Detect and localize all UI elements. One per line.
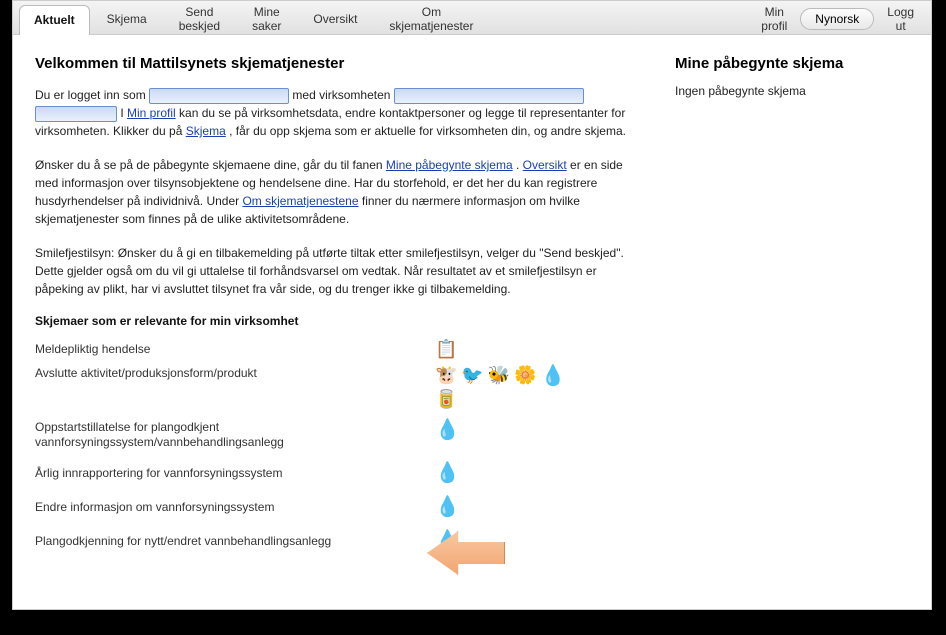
tab-label-line2: beskjed — [179, 20, 220, 33]
link-oversikt[interactable]: Oversikt — [523, 158, 567, 172]
text: I — [120, 106, 127, 120]
form-row-plangodkjenning[interactable]: Plangodkjenning for nytt/endret vannbeha… — [35, 524, 635, 558]
form-label: Årlig innrapportering for vannforsynings… — [35, 466, 435, 481]
sidebar-empty-text: Ingen påbegynte skjema — [675, 82, 885, 100]
tab-aktuelt[interactable]: Aktuelt — [19, 5, 90, 35]
tab-label-line1: Om — [422, 6, 441, 19]
text: Du er logget inn som — [35, 88, 149, 102]
app-window: Aktuelt Skjema Send beskjed Mine saker O… — [12, 0, 932, 610]
tab-label: Aktuelt — [34, 14, 75, 27]
form-row-avslutte-aktivitet[interactable]: Avslutte aktivitet/produksjonsform/produ… — [35, 366, 635, 418]
sidebar-heading: Mine påbegynte skjema — [675, 55, 885, 72]
can-icon: 🥫 — [435, 390, 615, 408]
water-drop-icon: 💧 — [435, 531, 460, 551]
relevant-forms-list: Meldepliktig hendelse 📋 Avslutte aktivit… — [35, 332, 635, 558]
form-icons: 🐮 🐦 🐝 🌼 💧 🥫 — [435, 366, 615, 408]
tab-label-line1: Logg — [887, 6, 914, 19]
link-min-profil[interactable]: Min profil — [127, 106, 176, 120]
water-drop-icon: 💧 — [541, 366, 566, 386]
water-drop-icon: 💧 — [435, 463, 460, 483]
intro-paragraph-3: Smilefjestilsyn: Ønsker du å gi en tilba… — [35, 244, 635, 298]
tab-label-line1: Send — [185, 6, 213, 19]
masked-user-field — [149, 88, 289, 104]
button-label: Nynorsk — [815, 12, 859, 26]
bee-icon: 🐝 — [488, 366, 510, 384]
text: med virksomheten — [292, 88, 393, 102]
tab-label: Oversikt — [313, 13, 357, 26]
cow-icon: 🐮 — [435, 366, 457, 384]
form-icons: 💧 — [435, 463, 615, 483]
form-label: Plangodkjenning for nytt/endret vannbeha… — [35, 534, 435, 549]
form-row-oppstartstillatelse[interactable]: Oppstartstillatelse for plangodkjent van… — [35, 418, 635, 456]
tab-label-line2: skjematjenester — [389, 20, 473, 33]
intro-paragraph-2: Ønsker du å se på de påbegynte skjemaene… — [35, 156, 635, 228]
link-mine-pabegynte-skjema[interactable]: Mine påbegynte skjema — [386, 158, 513, 172]
tab-oversikt[interactable]: Oversikt — [298, 4, 372, 34]
flower-icon: 🌼 — [514, 366, 536, 384]
form-label: Oppstartstillatelse for plangodkjent van… — [35, 420, 435, 450]
form-label: Endre informasjon om vannforsyningssyste… — [35, 500, 435, 515]
form-label: Avslutte aktivitet/produksjonsform/produ… — [35, 366, 435, 381]
tab-mine-saker[interactable]: Mine saker — [237, 4, 296, 34]
water-drop-icon: 💧 — [435, 420, 460, 440]
main-column: Velkommen til Mattilsynets skjematjenest… — [35, 55, 635, 558]
text: Ønsker du å se på de påbegynte skjemaene… — [35, 158, 386, 172]
intro-paragraph-1: Du er logget inn som med virksomheten I … — [35, 86, 635, 140]
tab-label-line2: profil — [761, 20, 787, 33]
tab-min-profil[interactable]: Min profil — [750, 4, 798, 34]
tab-om-skjematjenester[interactable]: Om skjematjenester — [374, 4, 488, 34]
form-icons: 💧 — [435, 497, 615, 517]
form-label: Meldepliktig hendelse — [35, 342, 435, 357]
link-om-skjematjenestene[interactable]: Om skjematjenestene — [242, 194, 358, 208]
masked-org-field — [394, 88, 584, 104]
page-title: Velkommen til Mattilsynets skjematjenest… — [35, 55, 635, 72]
link-skjema[interactable]: Skjema — [186, 124, 226, 138]
tab-logg-ut[interactable]: Logg ut — [876, 4, 925, 34]
bird-icon: 🐦 — [461, 366, 483, 384]
text: , får du opp skjema som er aktuelle for … — [229, 124, 626, 138]
button-nynorsk[interactable]: Nynorsk — [800, 8, 874, 30]
tab-label-line2: ut — [896, 20, 906, 33]
form-icons: 📋 — [435, 340, 615, 358]
sidebar-column: Mine påbegynte skjema Ingen påbegynte sk… — [675, 55, 885, 558]
tab-label-line2: saker — [252, 20, 281, 33]
tab-send-beskjed[interactable]: Send beskjed — [164, 4, 235, 34]
content-area: Velkommen til Mattilsynets skjematjenest… — [13, 35, 931, 578]
form-row-meldepliktig-hendelse[interactable]: Meldepliktig hendelse 📋 — [35, 332, 635, 366]
tab-label-line1: Mine — [254, 6, 280, 19]
tab-label: Skjema — [107, 13, 147, 26]
water-drop-icon: 💧 — [435, 497, 460, 517]
text: . — [516, 158, 523, 172]
form-icons: 💧 — [435, 531, 615, 551]
top-tab-bar: Aktuelt Skjema Send beskjed Mine saker O… — [13, 1, 931, 35]
form-icons: 💧 — [435, 420, 615, 440]
form-row-arlig-innrapportering[interactable]: Årlig innrapportering for vannforsynings… — [35, 456, 635, 490]
form-row-endre-informasjon[interactable]: Endre informasjon om vannforsyningssyste… — [35, 490, 635, 524]
tab-skjema[interactable]: Skjema — [92, 4, 162, 34]
section-heading-relevant-skjema: Skjemaer som er relevante for min virkso… — [35, 314, 635, 328]
masked-field — [35, 106, 117, 122]
tab-label-line1: Min — [765, 6, 784, 19]
note-icon: 📋 — [435, 340, 457, 358]
